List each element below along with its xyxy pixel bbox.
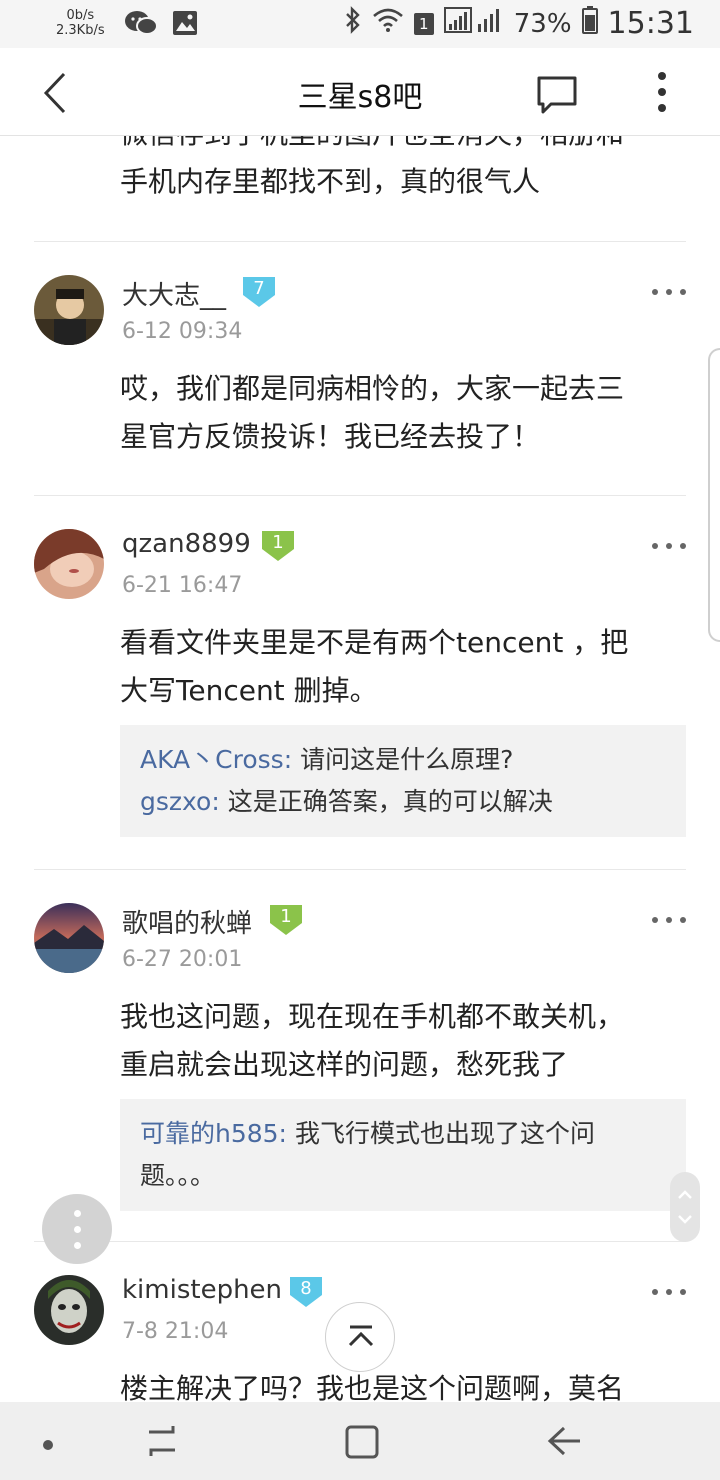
bluetooth-icon (344, 6, 362, 41)
divider (34, 1241, 686, 1242)
network-speed: 0b/s 2.3Kb/s (56, 8, 105, 38)
wechat-icon (124, 10, 158, 40)
download-speed: 2.3Kb/s (56, 23, 105, 38)
level-badge: 8 (288, 1275, 324, 1309)
divider (34, 495, 686, 496)
wifi-icon (372, 7, 404, 40)
message-icon[interactable] (535, 72, 579, 116)
reply-text: 请问这是什么原理? (292, 745, 514, 774)
level-number: 1 (280, 906, 292, 927)
clock: 15:31 (607, 6, 694, 41)
edge-panel-handle[interactable] (708, 348, 720, 642)
post-time: 6-21 16:47 (122, 573, 243, 598)
more-options-icon[interactable] (652, 287, 686, 297)
reply-box[interactable]: AKA丶Cross: 请问这是什么原理? gszxo: 这是正确答案，真的可以解… (120, 725, 686, 837)
recents-icon[interactable] (145, 1422, 179, 1464)
avatar[interactable] (34, 529, 104, 599)
more-options-icon[interactable] (652, 915, 686, 925)
post-time: 6-12 09:34 (122, 319, 243, 344)
post-text: 看看文件夹里是不是有两个tencent ，把 大写Tencent 删掉。 (120, 626, 629, 707)
username[interactable]: kimistephen (122, 1275, 282, 1305)
reply-text: 这是正确答案，真的可以解决 (219, 787, 553, 816)
reply-author[interactable]: gszxo: (140, 787, 220, 816)
status-bar: 0b/s 2.3Kb/s 1 73% 15:31 (0, 0, 720, 48)
back-to-top-icon[interactable] (325, 1302, 395, 1372)
more-vertical-icon[interactable] (640, 70, 684, 114)
post-time: 6-27 20:01 (122, 947, 243, 972)
reply-item[interactable]: AKA丶Cross: 请问这是什么原理? (140, 739, 666, 781)
image-icon (172, 10, 198, 40)
level-badge: 1 (260, 529, 296, 563)
reply-box[interactable]: 可靠的h585: 我飞行模式也出现了这个问 题。。。 (120, 1099, 686, 1211)
signal-icon (443, 6, 504, 41)
reply-author[interactable]: 可靠的h585: (140, 1119, 287, 1148)
avatar[interactable] (34, 903, 104, 973)
level-number: 8 (300, 1278, 312, 1299)
back-arrow-icon[interactable] (546, 1422, 582, 1464)
thread-content[interactable]: 微信存到了机里的图片也全消失，相册和 手机内存里都找不到，真的很气人 大大志__… (0, 48, 720, 1402)
dot-icon[interactable] (42, 1436, 54, 1455)
top-nav-bar: 三星s8吧 (0, 48, 720, 136)
post-text: 哎，我们都是同病相怜的，大家一起去三 星官方反馈投诉！我已经去投了！ (120, 372, 625, 453)
system-nav-bar (0, 1402, 720, 1480)
battery-percent: 73% (513, 8, 572, 39)
avatar[interactable] (34, 1275, 104, 1345)
vertical-dots-icon[interactable] (42, 1194, 112, 1264)
post-text: 我也这问题，现在现在手机都不敢关机， 重启就会出现这样的问题，愁死我了 (120, 1000, 625, 1081)
level-number: 1 (272, 532, 284, 553)
sim-badge: 1 (413, 12, 434, 35)
more-options-icon[interactable] (652, 1287, 686, 1297)
level-number: 7 (253, 278, 265, 299)
reply-text: 我飞行模式也出现了这个问 (287, 1119, 595, 1148)
level-badge: 7 (241, 275, 277, 309)
battery-icon (581, 6, 598, 41)
username[interactable]: qzan8899 (122, 529, 251, 559)
post-time: 7-8 21:04 (122, 1319, 229, 1344)
scroll-up-down-icon[interactable] (670, 1172, 700, 1242)
username[interactable]: 歌唱的秋蝉 (122, 903, 252, 940)
page-title: 三星s8吧 (297, 80, 423, 115)
level-badge: 1 (268, 903, 304, 937)
username[interactable]: 大大志__ (122, 275, 226, 312)
upload-speed: 0b/s (66, 8, 95, 23)
divider (34, 869, 686, 870)
reply-item[interactable]: 可靠的h585: 我飞行模式也出现了这个问 (140, 1113, 666, 1155)
reply-author[interactable]: AKA丶Cross: (140, 745, 292, 774)
reply-item[interactable]: gszxo: 这是正确答案，真的可以解决 (140, 781, 666, 823)
divider (34, 241, 686, 242)
post-text: 楼主解决了吗？我也是这个问题啊，莫名 (120, 1372, 625, 1402)
more-options-icon[interactable] (652, 541, 686, 551)
reply-text-cont: 题。。。 (140, 1161, 216, 1190)
home-icon[interactable] (344, 1422, 380, 1464)
avatar[interactable] (34, 275, 104, 345)
